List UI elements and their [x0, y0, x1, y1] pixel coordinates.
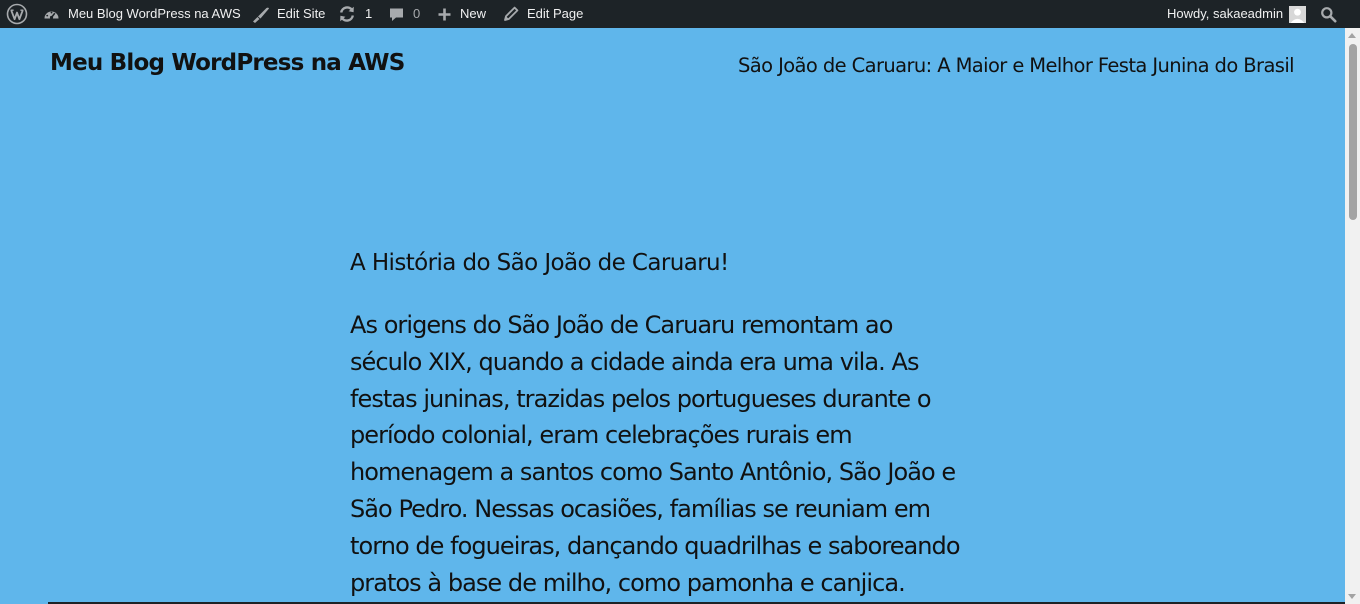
paragraph-line: As origens do São João de Caruaru remont… [350, 311, 893, 339]
page-scrollbar[interactable] [1345, 28, 1360, 604]
account-greeting: Howdy, sakaeadmin [1167, 6, 1284, 21]
edit-page-button[interactable]: Edit Page [503, 0, 583, 28]
comments-count: 0 [413, 6, 421, 21]
comments-button[interactable]: 0 [388, 0, 420, 28]
edit-site-button[interactable]: Edit Site [251, 0, 325, 28]
paragraph-line: período colonial, eram celebrações rurai… [350, 421, 853, 450]
nav-link-sao-joao-page[interactable]: São João de Caruaru: A Maior e Melhor Fe… [738, 54, 1295, 77]
update-icon [338, 5, 356, 23]
wordpress-logo-menu[interactable] [6, 0, 28, 28]
scrollbar-thumb[interactable] [1349, 44, 1357, 220]
edit-site-label: Edit Site [277, 6, 326, 21]
paragraph-line: torno de fogueiras, dançando quadrilhas … [350, 531, 961, 560]
admin-bar: Meu Blog WordPress na AWS Edit Site 1 0 … [0, 0, 1360, 28]
user-avatar-icon [1289, 5, 1307, 23]
paragraph-line: pratos à base de milho, como pamonha e c… [350, 568, 906, 597]
wordpress-logo-icon [6, 3, 28, 25]
edit-page-label: Edit Page [527, 6, 584, 21]
site-name-label: Meu Blog WordPress na AWS [68, 6, 241, 21]
account-menu[interactable]: Howdy, sakaeadmin [1167, 0, 1307, 28]
plus-icon [437, 7, 452, 22]
pencil-icon [503, 6, 519, 22]
dashboard-icon [43, 6, 60, 23]
new-content-button[interactable]: New [437, 0, 486, 28]
brush-icon [251, 6, 270, 23]
paragraph-line: festas juninas, trazidas pelos portugues… [350, 384, 932, 413]
updates-count: 1 [365, 6, 373, 21]
post-paragraph: As origens do São João de Caruaru remont… [350, 307, 1030, 601]
paragraph-line: São Pedro. Nessas ocasiões, famílias se … [350, 494, 931, 523]
comment-bubble-icon [388, 6, 405, 23]
updates-button[interactable]: 1 [338, 0, 372, 28]
post-heading: A História do São João de Caruaru! [350, 250, 729, 276]
paragraph-line: século XIX, quando a cidade ainda era um… [350, 347, 919, 376]
search-icon [1320, 6, 1337, 23]
scroll-up-arrow-icon[interactable] [1348, 33, 1356, 38]
paragraph-line: homenagem a santos como Santo Antônio, S… [350, 458, 956, 487]
site-title[interactable]: Meu Blog WordPress na AWS [50, 50, 405, 76]
new-label: New [460, 6, 487, 21]
admin-search-button[interactable] [1320, 0, 1337, 28]
scroll-down-arrow-icon[interactable] [1348, 594, 1356, 599]
site-name-menu[interactable]: Meu Blog WordPress na AWS [43, 0, 241, 28]
